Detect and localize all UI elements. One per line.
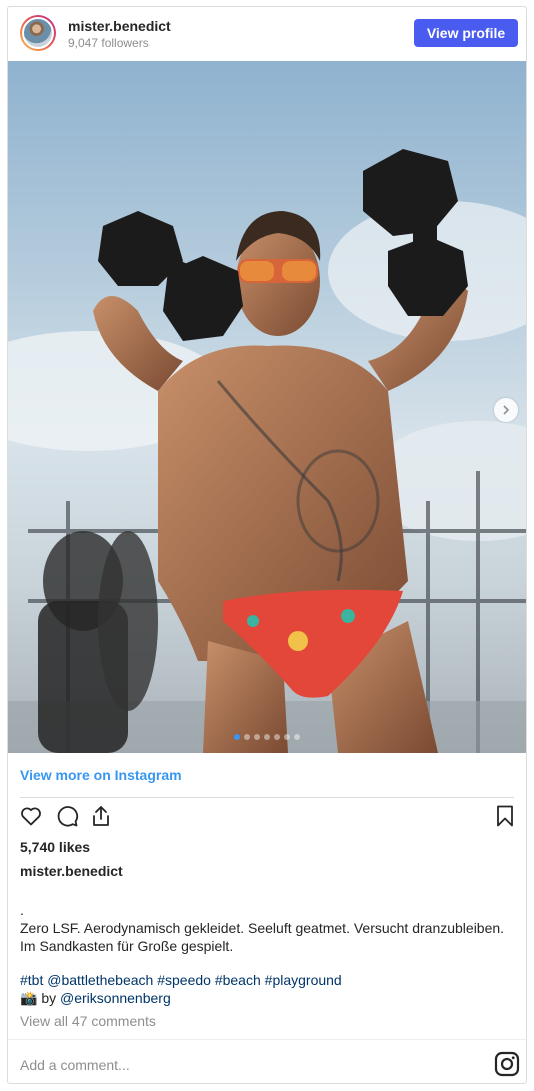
action-bar xyxy=(8,803,526,833)
divider xyxy=(8,1039,526,1040)
view-more-link[interactable]: View more on Instagram xyxy=(20,767,182,783)
avatar[interactable] xyxy=(20,15,56,51)
carousel-dot xyxy=(244,734,250,740)
post-header: mister.benedict 9,047 followers View pro… xyxy=(8,7,526,61)
divider xyxy=(20,797,514,798)
carousel-dot xyxy=(294,734,300,740)
heart-icon xyxy=(21,807,41,826)
carousel-dot xyxy=(274,734,280,740)
carousel-dot xyxy=(234,734,240,740)
caption-text: . Zero LSF. Aerodynamisch gekleidet. See… xyxy=(20,902,505,954)
carousel-dot xyxy=(284,734,290,740)
add-comment-field[interactable]: Add a comment... xyxy=(20,1057,130,1073)
view-profile-button[interactable]: View profile xyxy=(414,19,518,47)
hashtag-link[interactable]: #speedo xyxy=(157,972,211,988)
credit-handle-link[interactable]: @eriksonnenberg xyxy=(60,990,171,1006)
hashtag-link[interactable]: #beach xyxy=(215,972,261,988)
avatar-image xyxy=(22,17,54,49)
comment-icon xyxy=(57,806,79,827)
hashtag-link[interactable]: #tbt xyxy=(20,972,43,988)
next-photo-button[interactable] xyxy=(494,398,518,422)
share-button[interactable] xyxy=(88,803,114,829)
photo-credit: 📸 by @eriksonnenberg xyxy=(20,989,171,1007)
instagram-embed-card: mister.benedict 9,047 followers View pro… xyxy=(7,6,527,1084)
caption-hashtags: #tbt @battlethebeach #speedo #beach #pla… xyxy=(20,971,510,989)
photo-illustration xyxy=(8,149,526,753)
carousel-dot xyxy=(254,734,260,740)
mention-link[interactable]: @battlethebeach xyxy=(47,972,153,988)
username[interactable]: mister.benedict xyxy=(68,18,171,34)
follower-count: 9,047 followers xyxy=(68,36,149,50)
instagram-logo-icon[interactable] xyxy=(494,1051,520,1077)
camera-emoji-icon: 📸 xyxy=(20,990,38,1006)
caption-username[interactable]: mister.benedict xyxy=(20,863,123,879)
share-icon xyxy=(93,806,109,826)
like-count[interactable]: 5,740 likes xyxy=(20,839,90,855)
save-button[interactable] xyxy=(492,803,518,829)
carousel-dot xyxy=(264,734,270,740)
hashtag-link[interactable]: #playground xyxy=(265,972,342,988)
post-photo[interactable] xyxy=(8,61,526,753)
chevron-right-icon xyxy=(503,405,510,415)
view-comments-link[interactable]: View all 47 comments xyxy=(20,1013,156,1029)
bookmark-icon xyxy=(497,805,513,827)
credit-by-label: by xyxy=(41,990,57,1006)
like-button[interactable] xyxy=(18,803,44,829)
comment-button[interactable] xyxy=(54,803,80,829)
carousel-indicator xyxy=(8,734,526,740)
